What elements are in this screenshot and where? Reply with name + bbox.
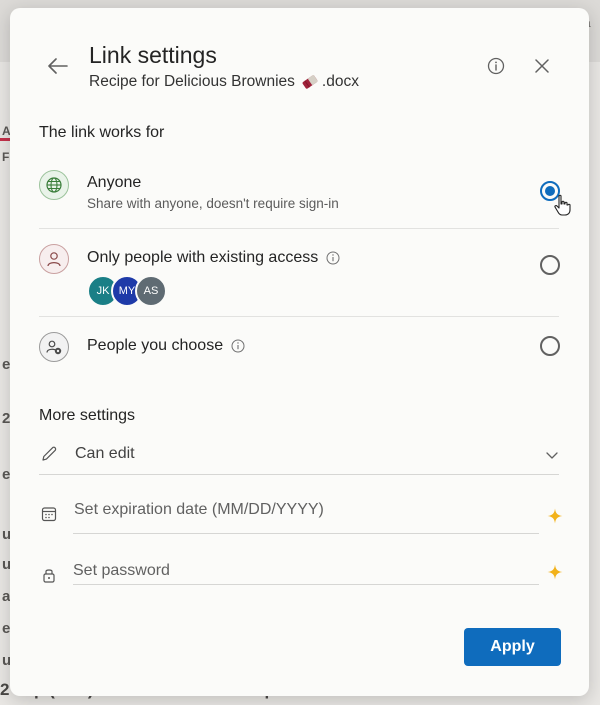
file-name: Recipe for Delicious Brownies .docx (89, 73, 359, 91)
divider (73, 533, 539, 534)
expiration-date-field[interactable]: Set expiration date (MM/DD/YYYY) (39, 496, 563, 536)
link-settings-dialog: Link settings Recipe for Delicious Brown… (10, 8, 589, 696)
option-description: Share with anyone, doesn't require sign-… (87, 196, 339, 211)
calendar-icon (39, 504, 59, 524)
file-extension: .docx (321, 73, 359, 90)
premium-sparkle-icon (547, 564, 563, 580)
close-icon (535, 59, 549, 73)
permission-value: Can edit (75, 445, 135, 462)
lock-icon (39, 565, 59, 585)
info-button[interactable] (484, 54, 508, 78)
option-people-you-choose[interactable]: People you choose (39, 330, 560, 366)
option-anyone[interactable]: Anyone Share with anyone, doesn't requir… (39, 168, 571, 216)
divider (39, 316, 559, 317)
radio-existing-access[interactable] (540, 255, 560, 275)
chevron-down-icon (546, 452, 558, 459)
chocolate-bar-icon (302, 75, 318, 89)
option-label-row: Only people with existing access (87, 249, 340, 267)
person-icon (39, 244, 69, 274)
option-label: Only people with existing access (87, 249, 319, 266)
more-settings-heading: More settings (39, 407, 136, 424)
radio-people-you-choose[interactable] (540, 336, 560, 356)
divider (73, 584, 539, 585)
option-label-row: People you choose (87, 337, 245, 355)
avatar-group: JK MY AS (87, 275, 167, 307)
option-label: Anyone (87, 174, 142, 191)
avatar: AS (135, 275, 167, 307)
password-field[interactable]: Set password (39, 558, 563, 594)
info-icon (487, 57, 505, 75)
globe-icon (39, 170, 69, 200)
close-button[interactable] (530, 54, 554, 78)
link-section-heading: The link works for (39, 124, 165, 141)
background-text: F (2, 150, 10, 164)
back-button[interactable] (44, 52, 72, 80)
file-name-text: Recipe for Delicious Brownies (89, 73, 295, 90)
people-settings-icon (39, 332, 69, 362)
arrow-left-icon (48, 58, 68, 74)
permission-dropdown[interactable]: Can edit (39, 440, 559, 474)
option-label: People you choose (87, 337, 224, 354)
password-placeholder: Set password (73, 562, 170, 579)
apply-button[interactable]: Apply (464, 628, 561, 666)
option-existing-access[interactable]: Only people with existing access JK MY A… (39, 242, 560, 308)
divider (39, 474, 559, 475)
hand-cursor-icon (554, 194, 571, 216)
info-icon[interactable] (326, 251, 340, 265)
expiration-placeholder: Set expiration date (MM/DD/YYYY) (74, 501, 324, 518)
premium-sparkle-icon (547, 508, 563, 524)
divider (39, 228, 559, 229)
dialog-title: Link settings (89, 42, 217, 68)
pencil-icon (39, 444, 59, 464)
info-icon[interactable] (231, 339, 245, 353)
